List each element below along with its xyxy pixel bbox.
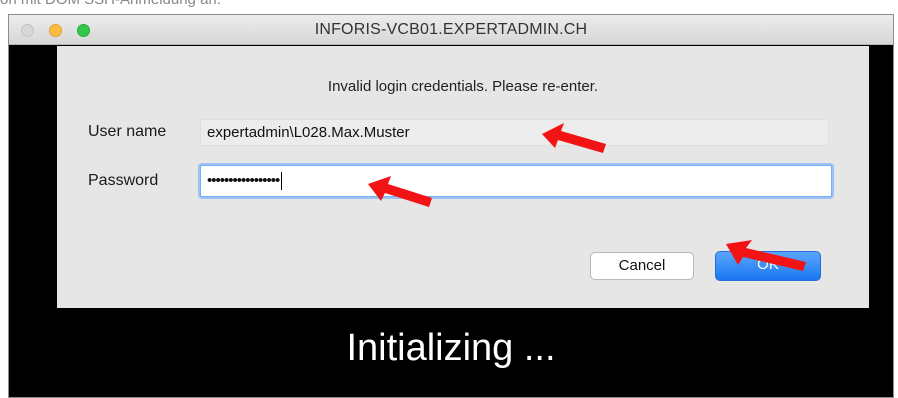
rdp-window: INFORIS-VCB01.EXPERTADMIN.CH Invalid log… xyxy=(8,14,894,398)
login-dialog: Invalid login credentials. Please re-ent… xyxy=(57,46,869,308)
password-label: Password xyxy=(88,172,159,189)
title-bar[interactable]: INFORIS-VCB01.EXPERTADMIN.CH xyxy=(9,15,893,45)
username-field[interactable]: expertadmin\L028.Max.Muster xyxy=(200,119,829,146)
error-message: Invalid login credentials. Please re-ent… xyxy=(327,78,599,95)
window-title: INFORIS-VCB01.EXPERTADMIN.CH xyxy=(314,21,588,38)
cancel-button[interactable]: Cancel xyxy=(590,252,694,280)
text-caret xyxy=(281,172,283,191)
password-field[interactable]: ••••••••••••••••• xyxy=(200,165,832,197)
username-label: User name xyxy=(88,123,167,140)
password-mask: ••••••••••••••••• xyxy=(207,172,280,189)
ok-button[interactable]: OK xyxy=(715,251,821,281)
initializing-status: Initializing ... xyxy=(346,327,556,369)
background-text: on mit DOM SSH-Anmeldung an. xyxy=(0,0,221,8)
